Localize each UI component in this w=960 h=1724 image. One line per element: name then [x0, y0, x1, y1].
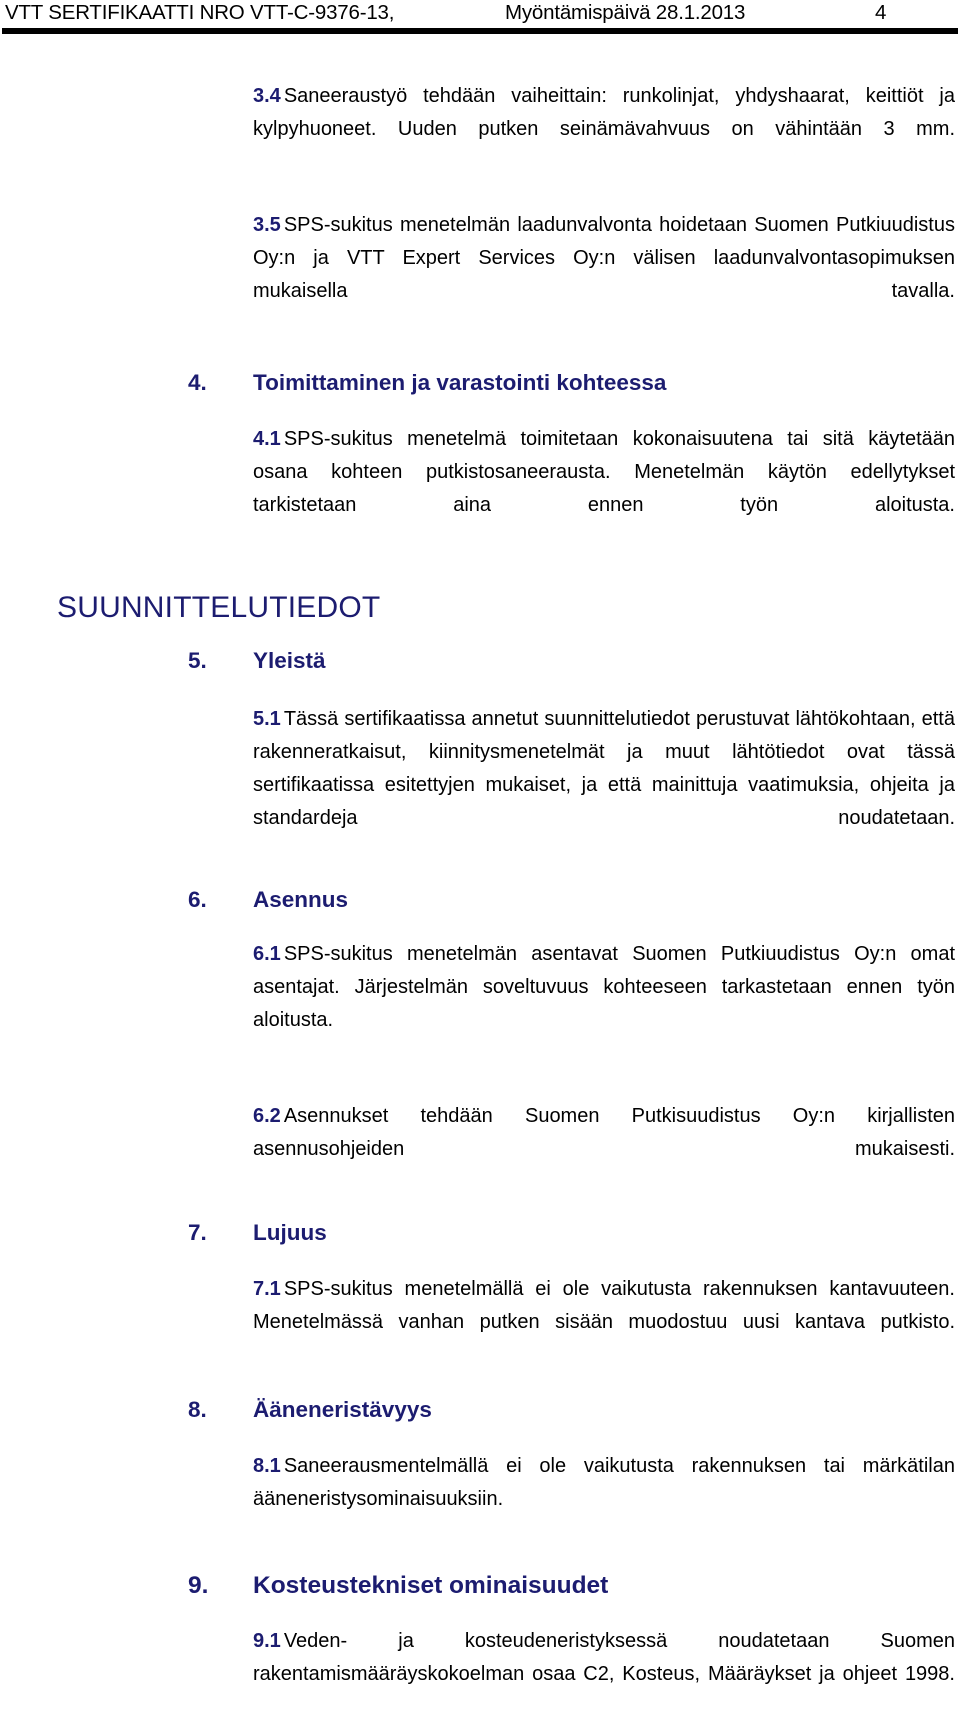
paragraph-number-3-4: 3.4: [253, 85, 281, 107]
section-number-9: 9.: [188, 1572, 209, 1599]
paragraph-number-4-1: 4.1: [253, 428, 281, 450]
section-title-7: Lujuus: [253, 1220, 327, 1245]
section-number-6: 6.: [188, 887, 207, 912]
paragraph-number-6-1: 6.1: [253, 943, 281, 965]
paragraph-7-1: 7.1 SPS-sukitus menetelmällä ei ole vaiku…: [0, 1273, 960, 1372]
issue-date-label: Myöntämispäivä 28.1.2013: [505, 1, 746, 24]
paragraph-text-6-2: Asennukset tehdään Suomen Putkisuudistus…: [253, 1105, 955, 1160]
paragraph-number-6-2: 6.2: [253, 1105, 281, 1127]
page-header: VTT SERTIFIKAATTI NRO VTT-C-9376-13, Myö…: [0, 0, 960, 34]
section-heading-9: 9. Kosteustekniset ominaisuudet: [0, 1569, 960, 1603]
section-title-5: Yleistä: [253, 648, 326, 673]
section-heading-8: 8. Ääneneristävyys: [0, 1394, 960, 1426]
paragraph-text-7-1: SPS-sukitus menetelmällä ei ole vaikutus…: [253, 1278, 955, 1333]
paragraph-4-1: 4.1 SPS-sukitus menetelmä toimitetaan kok…: [0, 423, 960, 555]
section-title-6: Asennus: [253, 887, 349, 912]
part-heading-suunnittelutiedot: SUUNNITTELUTIEDOT: [57, 591, 381, 624]
section-heading-5: 5. Yleistä: [0, 645, 960, 677]
section-number-8: 8.: [188, 1397, 207, 1422]
section-number-4: 4.: [188, 370, 207, 395]
section-number-7: 7.: [188, 1220, 207, 1245]
paragraph-text-5-1: Tässä sertifikaatissa annetut suunnittel…: [253, 708, 955, 829]
paragraph-3-5: 3.5 SPS-sukitus menetelmän laadunvalvonta…: [0, 209, 960, 341]
paragraph-text-4-1: SPS-sukitus menetelmä toimitetaan kokona…: [253, 428, 955, 516]
certificate-number-label: VTT SERTIFIKAATTI NRO VTT-C-9376-13,: [5, 1, 395, 24]
section-title-9: Kosteustekniset ominaisuudet: [253, 1572, 609, 1599]
section-heading-7: 7. Lujuus: [0, 1217, 960, 1249]
paragraph-text-9-1: Veden- ja kosteudeneristyksessä noudatet…: [253, 1630, 955, 1685]
paragraph-text-3-4: Saneeraustyö tehdään vaiheittain: runkol…: [253, 85, 955, 140]
page-number: 4: [875, 1, 887, 24]
section-heading-6: 6. Asennus: [0, 884, 960, 916]
paragraph-number-3-5: 3.5: [253, 214, 281, 236]
paragraph-text-8-1: Saneerausmentelmällä ei ole vaikutusta r…: [253, 1455, 955, 1510]
section-number-5: 5.: [188, 648, 207, 673]
document-body: 3.4 Saneeraustyö tehdään vaiheittain: run…: [0, 34, 960, 1724]
paragraph-5-1: 5.1 Tässä sertifikaatissa annetut suunnit…: [0, 703, 960, 868]
paragraph-text-6-1: SPS-sukitus menetelmän asentavat Suomen …: [253, 943, 955, 1031]
paragraph-8-1: 8.1 Saneerausmentelmällä ei ole vaikutust…: [0, 1450, 960, 1549]
paragraph-number-7-1: 7.1: [253, 1278, 281, 1300]
paragraph-6-1: 6.1 SPS-sukitus menetelmän asentavat Suom…: [0, 938, 960, 1070]
paragraph-number-8-1: 8.1: [253, 1455, 281, 1477]
section-title-8: Ääneneristävyys: [253, 1397, 432, 1422]
section-title-4: Toimittaminen ja varastointi kohteessa: [253, 370, 667, 395]
paragraph-number-9-1: 9.1: [253, 1630, 281, 1652]
paragraph-text-3-5: SPS-sukitus menetelmän laadunvalvonta ho…: [253, 214, 955, 302]
paragraph-9-1: 9.1 Veden- ja kosteudeneristyksessä nouda…: [0, 1625, 960, 1724]
paragraph-3-4: 3.4 Saneeraustyö tehdään vaiheittain: run…: [0, 80, 960, 179]
paragraph-6-2: 6.2 Asennukset tehdään Suomen Putkisuudis…: [0, 1100, 960, 1199]
section-heading-4: 4. Toimittaminen ja varastointi kohteessa: [0, 367, 960, 399]
paragraph-number-5-1: 5.1: [253, 708, 281, 730]
